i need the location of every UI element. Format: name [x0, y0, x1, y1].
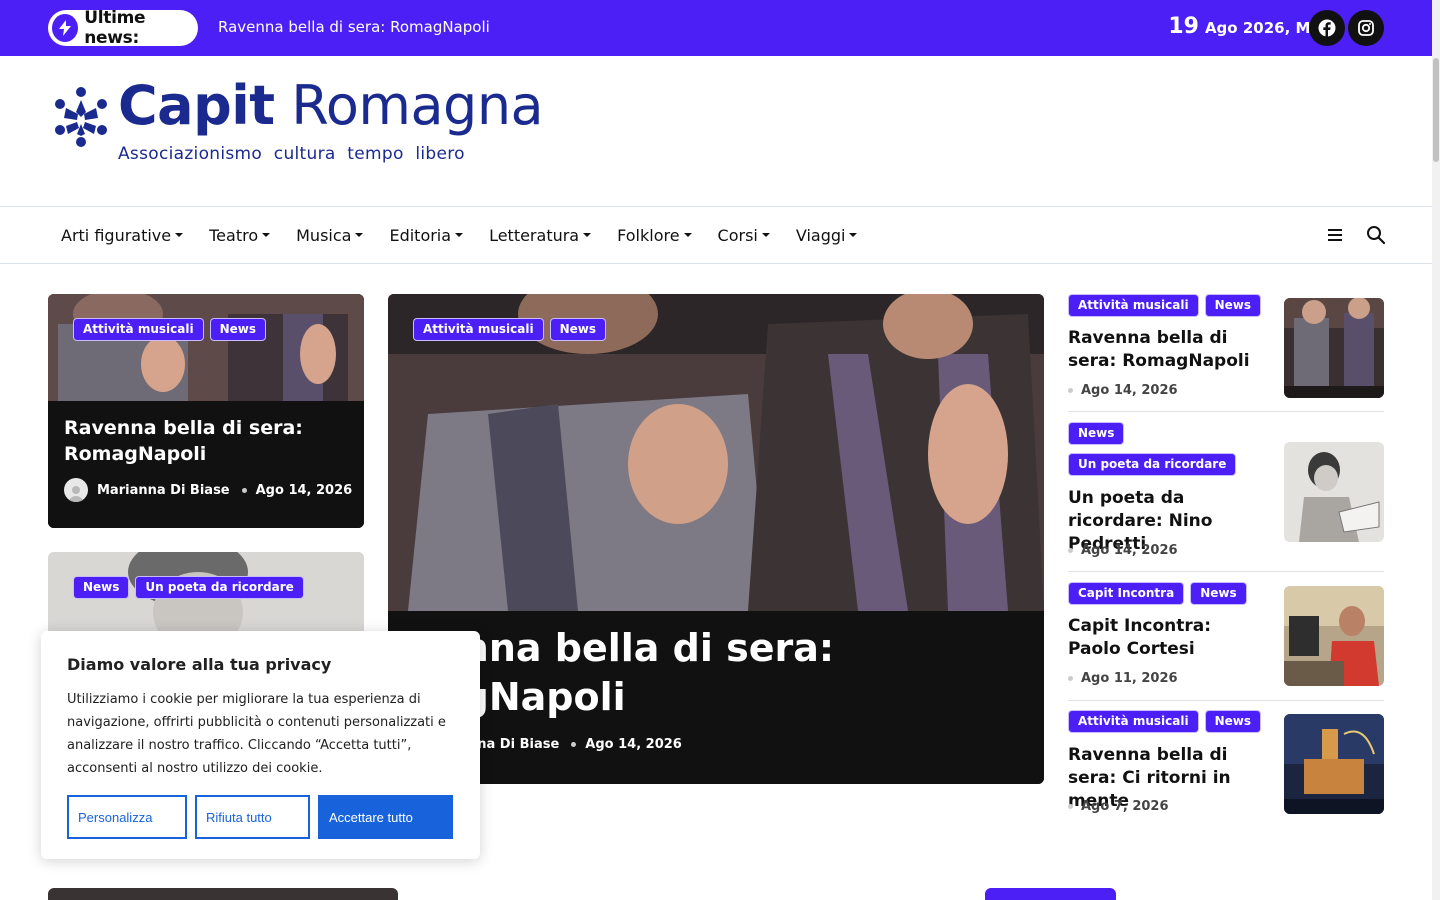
- cookie-reject-button[interactable]: Rifiuta tutto: [195, 795, 310, 839]
- article-thumbnail[interactable]: [1284, 586, 1384, 686]
- tag-link[interactable]: Attività musicali: [1068, 710, 1199, 733]
- article-date: Ago 11, 2026: [1068, 671, 1178, 686]
- article-tags: Attività musicali News: [73, 318, 266, 341]
- article-date: Ago 14, 2026: [255, 482, 353, 498]
- meta-separator: [571, 742, 577, 747]
- tag-link[interactable]: Attività musicali: [413, 318, 544, 341]
- meta-separator: [241, 487, 247, 493]
- caret-down-icon: [683, 233, 692, 237]
- article-meta: nna Di Biase Ago 14, 2026: [468, 737, 682, 752]
- article-tags: Un poeta da ricordare: [1068, 453, 1237, 476]
- caret-down-icon: [849, 233, 858, 237]
- article-tags: Attività musicali News: [1068, 710, 1261, 733]
- tag-link[interactable]: Attività musicali: [1068, 294, 1199, 317]
- tag-link[interactable]: News: [549, 318, 606, 341]
- caret-down-icon: [355, 233, 364, 237]
- caret-down-icon: [583, 233, 592, 237]
- sidebar-article[interactable]: Attività musicali News Ravenna bella di …: [1068, 294, 1384, 412]
- breaking-news-badge: Ultime news:: [48, 8, 198, 48]
- breaking-news-label: Ultime news:: [84, 8, 146, 48]
- article-photo-partial[interactable]: [48, 888, 398, 900]
- tag-link[interactable]: News: [209, 318, 266, 341]
- article-thumbnail[interactable]: [1284, 714, 1384, 814]
- tag-link[interactable]: Capit Incontra: [1068, 582, 1185, 605]
- article-tags: Capit Incontra News: [1068, 582, 1247, 605]
- page-scrollbar[interactable]: [1432, 0, 1440, 900]
- nav-item-musica[interactable]: Musica: [283, 226, 376, 245]
- nav-item-folklore[interactable]: Folklore: [604, 226, 704, 245]
- search-icon[interactable]: [1366, 225, 1386, 249]
- article-date: Ago 14, 2026: [1068, 383, 1178, 398]
- sidebar-article[interactable]: Capit Incontra News Capit Incontra: Paol…: [1068, 582, 1384, 701]
- cookie-text: Utilizziamo i cookie per migliorare la t…: [67, 692, 446, 776]
- caret-down-icon: [262, 233, 271, 237]
- logo-name: Capit Romagna: [118, 74, 544, 137]
- article-date: Ago 14, 2026: [1068, 543, 1178, 558]
- nav-item-arti-figurative[interactable]: Arti figurative: [48, 226, 196, 245]
- tag-link[interactable]: News: [1204, 710, 1261, 733]
- caret-down-icon: [761, 233, 770, 237]
- article-date: Ago 14, 2026: [585, 737, 682, 752]
- nav-item-letteratura[interactable]: Letteratura: [476, 226, 604, 245]
- tag-link[interactable]: Attività musicali: [73, 318, 204, 341]
- article-tags: Attività musicali News: [1068, 294, 1261, 317]
- article-thumbnail[interactable]: [1284, 442, 1384, 542]
- article-title[interactable]: Ravenna bella di sera: RomagNapoli: [1068, 327, 1268, 373]
- author-name[interactable]: Marianna Di Biase: [97, 483, 230, 498]
- logo-mark-icon: [48, 84, 114, 154]
- article-tags: Attività musicali News: [413, 318, 606, 341]
- nav-item-editoria[interactable]: Editoria: [376, 226, 476, 245]
- tag-link[interactable]: News: [1204, 294, 1261, 317]
- article-meta: Marianna Di Biase Ago 14, 2026: [64, 478, 352, 502]
- cookie-customize-button[interactable]: Personalizza: [67, 795, 187, 839]
- logo-tagline: Associazionismo cultura tempo libero: [118, 144, 465, 164]
- cookie-consent-banner: Diamo valore alla tua privacy Utilizziam…: [41, 631, 480, 859]
- instagram-icon[interactable]: [1348, 10, 1384, 46]
- article-title[interactable]: Ravenna bella di sera: RomagNapoli: [64, 415, 354, 467]
- article-tags: News: [1068, 422, 1125, 445]
- nav-item-teatro[interactable]: Teatro: [196, 226, 283, 245]
- cookie-accept-button[interactable]: Accettare tutto: [318, 795, 453, 839]
- article-thumbnail[interactable]: [1284, 298, 1384, 398]
- date-bullet: [1068, 548, 1073, 553]
- nav-item-viaggi[interactable]: Viaggi: [783, 226, 871, 245]
- date-bullet: [1068, 676, 1073, 681]
- avatar: [64, 478, 88, 502]
- facebook-icon[interactable]: [1309, 10, 1345, 46]
- tag-link[interactable]: News: [1190, 582, 1247, 605]
- article-title[interactable]: Capit Incontra: Paolo Cortesi: [1068, 615, 1268, 661]
- nav-item-corsi[interactable]: Corsi: [705, 226, 783, 245]
- caret-down-icon: [455, 233, 464, 237]
- author-name[interactable]: nna Di Biase: [468, 737, 559, 752]
- main-navigation: Arti figurative Teatro Musica Editoria L…: [0, 206, 1432, 264]
- hamburger-menu-icon[interactable]: [1328, 227, 1344, 246]
- current-date: 19 Ago 2026, Mer: [1168, 14, 1328, 39]
- scrollbar-thumb[interactable]: [1433, 58, 1439, 162]
- caret-down-icon: [175, 233, 184, 237]
- tag-link[interactable]: Un poeta da ricordare: [135, 576, 304, 599]
- site-logo[interactable]: Capit Romagna Associazionismo cultura te…: [48, 74, 544, 172]
- sidebar-article[interactable]: Attività musicali News Ravenna bella di …: [1068, 710, 1384, 828]
- sidebar-article[interactable]: News Un poeta da ricordare Un poeta da r…: [1068, 422, 1384, 572]
- top-bar: Ultime news: Ravenna bella di sera: Roma…: [0, 0, 1432, 56]
- section-button-partial[interactable]: [985, 888, 1116, 900]
- featured-article-title[interactable]: enna bella di sera: agNapoli: [436, 624, 996, 722]
- cookie-title: Diamo valore alla tua privacy: [67, 655, 332, 674]
- tag-link[interactable]: News: [73, 576, 130, 599]
- date-bullet: [1068, 388, 1073, 393]
- bolt-icon: [52, 14, 79, 42]
- news-ticker-link[interactable]: Ravenna bella di sera: RomagNapoli: [218, 18, 490, 36]
- article-card[interactable]: Attività musicali News Ravenna bella di …: [48, 294, 364, 528]
- date-bullet: [1068, 804, 1073, 809]
- date-day: 19: [1168, 14, 1199, 39]
- tag-link[interactable]: Un poeta da ricordare: [1068, 453, 1237, 476]
- article-date: Ago 7, 2026: [1068, 799, 1169, 814]
- article-tags: News Un poeta da ricordare: [73, 576, 304, 599]
- featured-article-card[interactable]: Attività musicali News enna bella di ser…: [388, 294, 1044, 784]
- tag-link[interactable]: News: [1068, 422, 1125, 445]
